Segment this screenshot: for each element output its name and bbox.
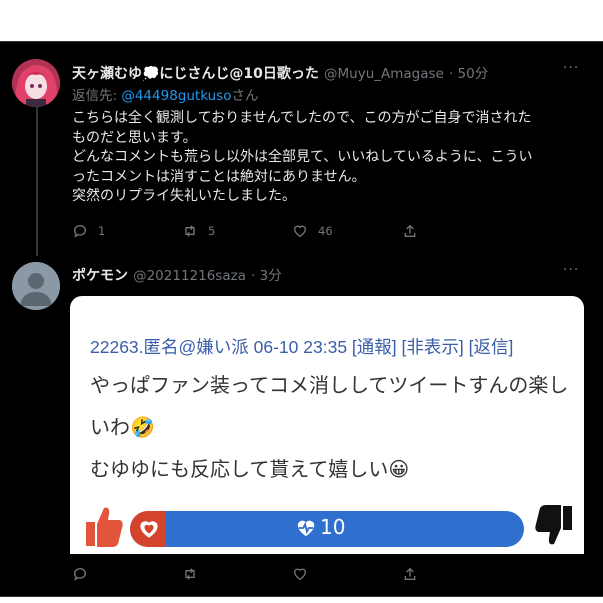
anime-avatar-image (12, 59, 60, 107)
tweet1-body: こちらは全く観測しておりませんでしたので、この方がご自身で消された ものだと思い… (72, 109, 577, 207)
embed-comment-line: いわ🤣 (90, 415, 155, 439)
tweet1-timestamp[interactable]: · 50分 (449, 66, 488, 82)
reply-icon (74, 568, 86, 581)
tweet1-reply-button[interactable]: 1 (72, 223, 182, 239)
default-avatar-icon (12, 262, 60, 310)
tweet1-line: ものだと思います。 (72, 129, 197, 146)
tweet2-timestamp[interactable]: · 3分 (251, 268, 282, 284)
tweet1-header: 天ヶ瀬むゆ💭にじさんじ@10日歌った @Muyu_Amagase · 50分 (72, 62, 488, 83)
tweet2-like-button[interactable] (292, 566, 402, 582)
tweet1-share-button[interactable] (402, 223, 512, 239)
tweet1-display-name[interactable]: 天ヶ瀬むゆ💭にじさんじ@10日歌った (72, 66, 319, 82)
tweet2-actions (72, 564, 512, 584)
reply-prefix: 返信先: (72, 88, 122, 104)
tweet1-like-button[interactable]: 46 (292, 223, 402, 239)
tweet1-line: どんなコメントも荒らし以外は全部見て、いいねしているように、こうい (72, 149, 533, 165)
tweet1-line: 突然のリプライ失礼いたしました。 (72, 188, 296, 204)
like-count: 46 (318, 224, 333, 238)
embed-comment-line: むゆゆにも反応して貰えて嬉しい😀 (90, 457, 410, 481)
tweet2-more-icon[interactable]: ··· (563, 262, 579, 278)
avatar-pokemon[interactable] (12, 262, 60, 310)
vote-count: 10 (320, 515, 346, 539)
thumbs-down-icon (535, 505, 572, 545)
reply-count: 1 (98, 224, 106, 238)
tweet1-line: ったコメントは消すことは絶対にありません。 (72, 168, 366, 185)
avatar-muyu[interactable] (12, 59, 60, 107)
tweet1-retweet-button[interactable]: 5 (182, 223, 292, 239)
tweet1-reply-to: 返信先: @44498gutkusoさん (72, 84, 258, 104)
thumbs-up-icon (86, 507, 123, 547)
tweet2-handle[interactable]: @20211216saza (133, 268, 246, 284)
tweet2-display-name[interactable]: ポケモン (72, 268, 128, 284)
reply-suffix: さん (231, 88, 259, 104)
reply-mention-link[interactable]: @44498gutkuso (121, 88, 231, 104)
tweet2-header: ポケモン @20211216saza · 3分 (72, 264, 282, 285)
tweet1-handle[interactable]: @Muyu_Amagase (324, 66, 444, 82)
heart-icon (293, 225, 307, 238)
embed-comment-line: やっぱファン装ってコメ消ししてツイートすんの楽し (90, 373, 569, 397)
tweet2-reply-button[interactable] (72, 566, 182, 582)
embed-post-header: 22263.匿名@嫌い派 06-10 23:35 [通報] [非表示] [返信] (90, 337, 514, 357)
share-icon (404, 224, 416, 237)
reply-icon (74, 225, 86, 238)
heart-outline-icon (140, 521, 158, 538)
retweet-count: 5 (208, 224, 216, 238)
retweet-icon (185, 225, 195, 237)
heart-icon (293, 568, 307, 581)
tweet2-image[interactable]: 22263.匿名@嫌い派 06-10 23:35 [通報] [非表示] [返信]… (70, 296, 584, 554)
tweet2-share-button[interactable] (402, 566, 512, 582)
tweet1-actions: 1 5 46 (72, 221, 512, 241)
tweet1-line: こちらは全く観測しておりませんでしたので、この方がご自身で消された (72, 110, 532, 126)
retweet-icon (185, 568, 195, 580)
share-icon (404, 567, 416, 580)
tweet2-retweet-button[interactable] (182, 566, 292, 582)
heartbeat-icon (297, 520, 315, 537)
tweet1-more-icon[interactable]: ··· (563, 60, 579, 76)
